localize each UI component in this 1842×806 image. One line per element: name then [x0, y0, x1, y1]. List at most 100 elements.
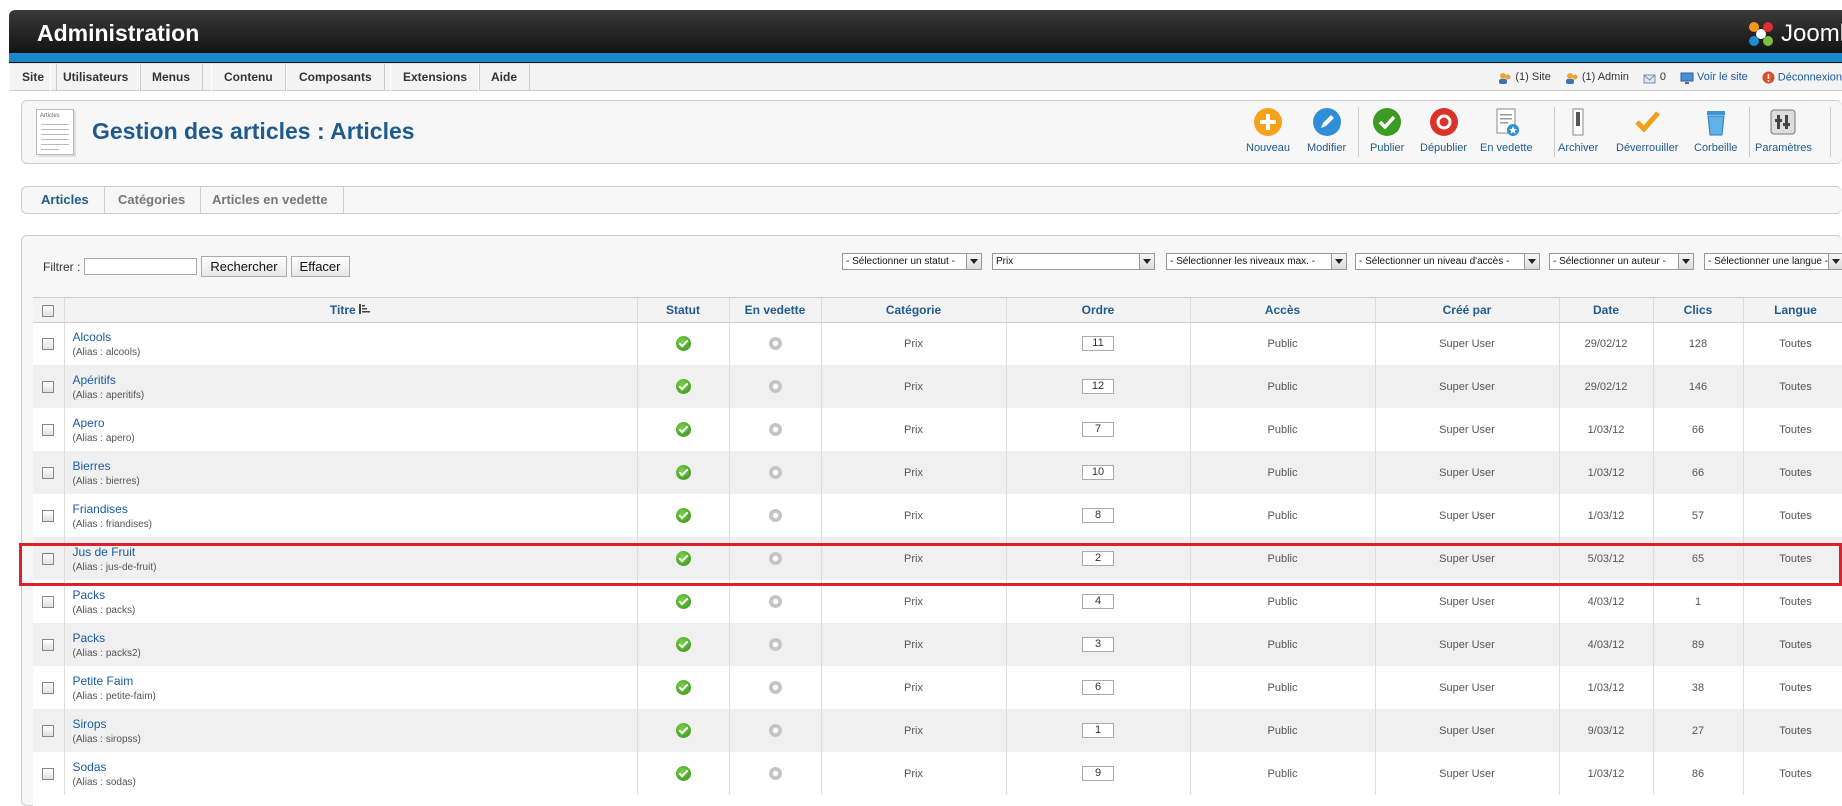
published-check-icon[interactable] — [675, 508, 691, 523]
published-check-icon[interactable] — [675, 551, 691, 566]
ordering-input[interactable]: 2 — [1082, 551, 1114, 566]
row-checkbox[interactable] — [42, 552, 55, 565]
menu-aide[interactable]: Aide — [478, 64, 531, 91]
published-check-icon[interactable] — [675, 637, 691, 652]
author-select[interactable]: - Sélectionner un auteur - — [1549, 253, 1694, 270]
view-site-link[interactable]: Voir le site — [1680, 71, 1748, 84]
checkin-button[interactable]: Déverrouiller — [1616, 107, 1678, 154]
status-messages[interactable]: 0 — [1643, 71, 1666, 83]
published-check-icon[interactable] — [675, 379, 691, 394]
archive-button[interactable]: Archiver — [1558, 107, 1598, 154]
row-checkbox[interactable] — [42, 638, 55, 651]
column-featured[interactable]: En vedette — [729, 298, 822, 323]
not-featured-icon[interactable] — [768, 423, 782, 436]
trash-button[interactable]: Corbeille — [1694, 107, 1737, 154]
column-language[interactable]: Langue — [1743, 298, 1842, 323]
menu-utilisateurs[interactable]: Utilisateurs — [50, 64, 142, 91]
menu-extensions[interactable]: Extensions — [390, 64, 481, 91]
clear-button[interactable]: Effacer — [290, 256, 350, 277]
article-title-link[interactable]: Apero — [73, 416, 637, 430]
unpublish-button[interactable]: Dépublier — [1420, 107, 1467, 154]
ordering-input[interactable]: 4 — [1082, 594, 1114, 609]
not-featured-icon[interactable] — [768, 380, 782, 393]
column-status[interactable]: Statut — [637, 298, 730, 323]
category-select[interactable]: Prix — [992, 253, 1155, 270]
logout-link[interactable]: Déconnexion — [1762, 71, 1842, 84]
row-checkbox[interactable] — [42, 509, 55, 522]
menu-composants[interactable]: Composants — [286, 64, 385, 91]
article-title-link[interactable]: Jus de Fruit — [73, 545, 637, 559]
tab-articles[interactable]: Articles — [26, 187, 105, 213]
max-levels-select[interactable]: - Sélectionner les niveaux max. - — [1166, 253, 1347, 270]
article-title-link[interactable]: Friandises — [73, 502, 637, 516]
published-check-icon[interactable] — [675, 723, 691, 738]
row-checkbox[interactable] — [42, 681, 55, 694]
published-check-icon[interactable] — [675, 465, 691, 480]
filter-search-input[interactable] — [84, 258, 198, 275]
article-title-link[interactable]: Packs — [73, 631, 637, 645]
ordering-input[interactable]: 9 — [1082, 766, 1114, 781]
tab-categories[interactable]: Catégories — [103, 187, 202, 213]
column-date[interactable]: Date — [1559, 298, 1654, 323]
ordering-input[interactable]: 12 — [1082, 379, 1114, 394]
article-alias: (Alias : sodas) — [72, 776, 136, 788]
publish-button[interactable]: Publier — [1370, 107, 1404, 154]
status-select[interactable]: - Sélectionner un statut - — [842, 253, 982, 270]
not-featured-icon[interactable] — [768, 466, 782, 479]
language-select[interactable]: - Sélectionner une langue - — [1704, 253, 1842, 270]
not-featured-icon[interactable] — [768, 681, 782, 694]
column-access[interactable]: Accès — [1190, 298, 1376, 323]
status-admin[interactable]: (1) Admin — [1565, 71, 1629, 84]
column-created-by[interactable]: Créé par — [1375, 298, 1560, 323]
column-ordering[interactable]: Ordre — [1006, 298, 1191, 323]
row-checkbox[interactable] — [42, 337, 55, 350]
select-all-checkbox[interactable] — [42, 304, 55, 317]
published-check-icon[interactable] — [675, 336, 691, 352]
row-checkbox[interactable] — [42, 767, 55, 780]
ordering-input[interactable]: 11 — [1082, 336, 1114, 352]
article-title-link[interactable]: Alcools — [73, 330, 637, 344]
ordering-input[interactable]: 3 — [1082, 637, 1114, 652]
ordering-input[interactable]: 1 — [1082, 723, 1114, 738]
not-featured-icon[interactable] — [768, 595, 782, 608]
access-level-select[interactable]: - Sélectionner un niveau d'accès - — [1355, 253, 1540, 270]
row-checkbox[interactable] — [42, 466, 55, 479]
article-title-link[interactable]: Sodas — [73, 760, 637, 774]
status-site[interactable]: (1) Site — [1498, 71, 1551, 84]
published-check-icon[interactable] — [675, 766, 691, 781]
column-title[interactable]: Titre — [64, 298, 638, 323]
menu-contenu[interactable]: Contenu — [211, 64, 286, 91]
joomla-logo[interactable]: Joomla! — [1747, 19, 1842, 49]
row-checkbox[interactable] — [42, 724, 55, 737]
article-title-link[interactable]: Bierres — [73, 459, 637, 473]
published-check-icon[interactable] — [675, 594, 691, 609]
tab-featured-articles[interactable]: Articles en vedette — [197, 187, 344, 213]
article-title-link[interactable]: Petite Faim — [73, 674, 637, 688]
row-checkbox[interactable] — [42, 380, 55, 393]
column-category[interactable]: Catégorie — [821, 298, 1007, 323]
edit-button[interactable]: Modifier — [1307, 107, 1346, 154]
not-featured-icon[interactable] — [768, 337, 782, 351]
not-featured-icon[interactable] — [768, 767, 782, 780]
ordering-input[interactable]: 8 — [1082, 508, 1114, 523]
ordering-input[interactable]: 6 — [1082, 680, 1114, 695]
published-check-icon[interactable] — [675, 422, 691, 437]
article-title-link[interactable]: Sirops — [73, 717, 637, 731]
new-button[interactable]: Nouveau — [1246, 107, 1290, 154]
published-check-icon[interactable] — [675, 680, 691, 695]
search-button[interactable]: Rechercher — [201, 256, 287, 277]
not-featured-icon[interactable] — [768, 552, 782, 565]
featured-button[interactable]: En vedette — [1480, 107, 1533, 154]
ordering-input[interactable]: 7 — [1082, 422, 1114, 437]
article-title-link[interactable]: Packs — [73, 588, 637, 602]
options-button[interactable]: Paramètres — [1755, 107, 1812, 154]
article-title-link[interactable]: Apéritifs — [73, 373, 637, 387]
not-featured-icon[interactable] — [768, 509, 782, 522]
row-checkbox[interactable] — [42, 595, 55, 608]
menu-menus[interactable]: Menus — [139, 64, 204, 91]
not-featured-icon[interactable] — [768, 724, 782, 737]
ordering-input[interactable]: 10 — [1082, 465, 1114, 480]
row-checkbox[interactable] — [42, 423, 55, 436]
not-featured-icon[interactable] — [768, 638, 782, 651]
column-hits[interactable]: Clics — [1653, 298, 1744, 323]
